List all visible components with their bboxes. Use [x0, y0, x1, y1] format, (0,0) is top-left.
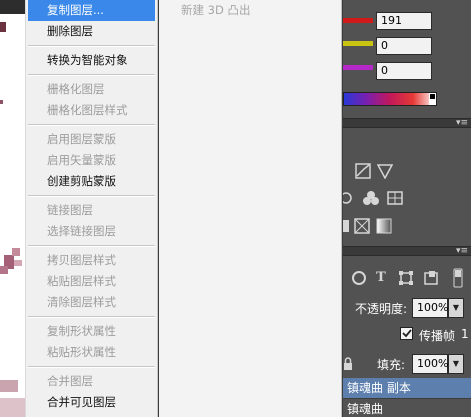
lock-icon[interactable] [343, 356, 353, 372]
canvas-pixel [0, 380, 18, 392]
panel-tab-bar: ▾≡ [343, 118, 471, 128]
channel-mixer-icon[interactable] [340, 190, 353, 206]
red-value-field[interactable]: 191 [376, 12, 432, 30]
menu-item[interactable]: 粘贴形状属性 [26, 342, 157, 363]
menu-item[interactable]: 栅格化图层样式 [26, 100, 157, 121]
filter-toggle-icon[interactable] [453, 268, 463, 288]
panel-menu-icon[interactable]: ▾≡ [456, 118, 468, 128]
green-slider[interactable] [343, 41, 373, 46]
menu-item[interactable]: 拷贝图层样式 [26, 250, 157, 271]
menu-item[interactable]: 粘贴图层样式 [26, 271, 157, 292]
color-balance-icon[interactable] [363, 190, 379, 206]
gradient-fill-icon[interactable] [376, 218, 392, 234]
secondary-menu-panel: 新建 3D 凸出 [159, 0, 342, 417]
smart-object-filter-icon[interactable] [423, 270, 439, 286]
menu-separator [26, 192, 157, 200]
menu-item[interactable]: 创建剪贴蒙版 [26, 171, 157, 192]
menu-item[interactable]: 清除图层样式 [26, 292, 157, 313]
propagate-checkbox[interactable] [400, 327, 413, 340]
circle-filter-icon[interactable] [351, 270, 367, 286]
canvas-pixel [12, 248, 20, 256]
layers-tab-bar: ▾≡ [343, 246, 471, 256]
white-swatch[interactable] [429, 100, 436, 105]
invert-icon[interactable] [343, 218, 351, 234]
menu-item[interactable]: 合并图层 [26, 371, 157, 392]
layer-row[interactable]: 镇魂曲 [343, 398, 471, 417]
blue-value-field[interactable]: 0 [376, 62, 432, 80]
text-filter-icon[interactable]: T [373, 270, 389, 286]
menu-separator [26, 242, 157, 250]
propagate-frame-value: 1 [461, 327, 469, 341]
menu-item[interactable]: 栅格化图层 [26, 79, 157, 100]
canvas-dark-block [0, 0, 26, 14]
menu-item[interactable]: 复制形状属性 [26, 321, 157, 342]
green-value-field[interactable]: 0 [376, 37, 432, 55]
canvas-strip [0, 0, 26, 417]
canvas-pixel [0, 22, 6, 32]
menu-separator [26, 121, 157, 129]
blue-slider[interactable] [343, 65, 373, 70]
layer-context-menu: 复制图层... 删除图层转换为智能对象 栅格化图层 栅格化图层样式 启用图层蒙版 启用矢量… [25, 0, 158, 417]
opacity-input[interactable]: 100% [412, 298, 448, 318]
canvas-pixel [14, 260, 22, 266]
fill-label: 填充: [377, 358, 406, 372]
opacity-dropdown-button[interactable]: ▼ [448, 298, 464, 318]
right-panels: 191 0 0 ▾≡ ▾≡ T 不透明度: 100% ▼ 传播帧 1 填充: 1… [340, 0, 471, 417]
layer-row-selected[interactable]: 镇魂曲 副本 [343, 378, 471, 398]
layers-panel-menu-icon[interactable]: ▾≡ [456, 246, 468, 256]
curves-icon[interactable] [355, 163, 371, 179]
menu-item[interactable]: 启用图层蒙版 [26, 129, 157, 150]
menu-separator [26, 42, 157, 50]
fill-dropdown-button[interactable]: ▼ [448, 354, 464, 374]
menu-item[interactable]: 删除图层 [26, 21, 157, 42]
canvas-pixel [0, 100, 3, 104]
transform-filter-icon[interactable] [398, 270, 414, 286]
menu-separator [26, 313, 157, 321]
opacity-label: 不透明度: [355, 302, 408, 316]
menu-item[interactable]: 合并可见图层 [26, 392, 157, 413]
fill-input[interactable]: 100% [412, 354, 448, 374]
red-slider[interactable] [343, 18, 373, 23]
canvas-pixel [0, 398, 26, 417]
new-3d-extrusion-item: 新建 3D 凸出 [181, 3, 251, 17]
menu-item[interactable]: 链接图层 [26, 200, 157, 221]
menu-item[interactable]: 选择链接图层 [26, 221, 157, 242]
menu-separator [26, 71, 157, 79]
grid-icon[interactable] [387, 190, 403, 206]
propagate-frame-label: 传播帧 [419, 329, 456, 343]
canvas-pixel [0, 266, 8, 274]
triangle-icon[interactable] [376, 163, 394, 180]
color-spectrum-bar[interactable] [343, 92, 437, 106]
gradient-map-icon[interactable] [354, 218, 370, 234]
menu-item[interactable]: 转换为智能对象 [26, 50, 157, 71]
black-swatch[interactable] [429, 93, 436, 100]
menu-separator [26, 363, 157, 371]
menu-item[interactable]: 启用矢量蒙版 [26, 150, 157, 171]
menu-item[interactable]: 复制图层... [28, 0, 155, 21]
